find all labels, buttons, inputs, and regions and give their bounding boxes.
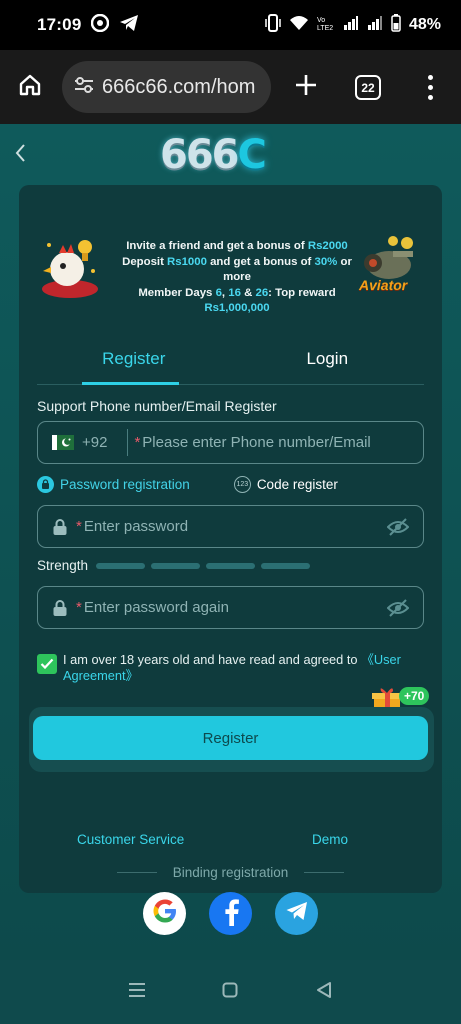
triangle-back-icon [316,981,332,1004]
password-strength: Strength [37,558,311,573]
promo-line-1: Invite a friend and get a bonus of Rs200… [126,240,348,252]
register-card: Invite a friend and get a bonus of Rs200… [19,185,442,935]
home-button[interactable] [0,57,60,117]
demo-link[interactable]: Demo [312,832,348,847]
plus-icon [295,74,317,101]
status-time: 17:09 [37,15,82,34]
site-settings-icon[interactable] [74,76,94,99]
facebook-icon [221,896,241,931]
tab-register[interactable]: Register [37,339,231,385]
phone-email-field[interactable]: +92 * Please enter Phone number/Email [37,421,424,464]
back-nav-button[interactable] [312,980,336,1004]
square-icon [222,982,238,1003]
telegram-icon [285,900,309,927]
site-logo: 666C [160,132,267,178]
signal-icon [343,15,359,36]
home-icon [18,73,42,102]
register-section-label: Support Phone number/Email Register [37,398,277,414]
confirm-password-input[interactable]: * Enter password again [76,599,229,616]
strength-bar [206,562,256,569]
age-agreement: I am over 18 years old and have read and… [37,652,424,684]
code-register-option[interactable]: 123 Code register [233,475,338,493]
logo-digits: 666 [160,132,239,178]
auth-tabs: Register Login [37,339,424,385]
system-navigation-bar [0,960,461,1024]
telegram-login-button[interactable] [275,892,318,935]
logo-letter: C [237,132,267,178]
page-content: 666C Invite a friend and get a bonus of [0,124,461,960]
aviator-game-icon: Aviator [353,231,427,305]
menu-dot [427,94,433,100]
wifi-icon [289,15,309,36]
pakistan-flag-icon [52,435,74,450]
eye-hidden-icon[interactable] [386,598,410,618]
menu-dot [427,74,433,80]
field-divider [127,429,129,456]
password-registration-label: Password registration [60,476,190,492]
facebook-login-button[interactable] [209,892,252,935]
google-icon [150,896,180,931]
register-button[interactable]: Register [33,716,428,760]
strength-label: Strength [37,558,89,573]
divider [304,872,345,873]
promo-banner[interactable]: Invite a friend and get a bonus of Rs200… [19,221,442,321]
customer-service-link[interactable]: Customer Service [77,832,184,847]
strength-bar [96,562,146,569]
home-nav-button[interactable] [218,980,242,1004]
signal-icon [367,15,383,36]
divider [116,872,157,873]
eye-hidden-icon[interactable] [386,517,410,537]
vibrate-icon [265,13,281,37]
menu-dot [427,84,433,90]
telegram-icon [119,14,139,37]
confirm-password-field[interactable]: * Enter password again [37,586,424,629]
volte-label: Vo LTE2 [316,17,334,32]
password-field[interactable]: * Enter password [37,505,424,548]
promo-text: Invite a friend and get a bonus of Rs200… [117,239,357,317]
lock-icon [37,475,54,493]
battery-percent: 48% [408,16,441,33]
strength-bar [151,562,201,569]
binding-registration: Binding registration [19,865,442,880]
new-tab-button[interactable] [286,64,326,110]
promo-line-3: Member Days 6, 16 & 26: Top reward Rs1,0… [138,286,336,315]
country-code[interactable]: +92 [82,434,107,451]
social-login [19,892,442,935]
url-text: 666c66.com/hom [102,75,256,98]
strength-meter [96,562,311,569]
code-123-icon: 123 [233,475,251,493]
tab-switcher-button[interactable]: 22 [355,75,381,100]
browser-menu-button[interactable] [418,66,442,108]
tab-login[interactable]: Login [231,339,425,384]
code-register-label: Code register [256,476,338,492]
password-registration-option[interactable]: Password registration [37,475,190,493]
strength-bar [261,562,311,569]
battery-icon [391,13,401,37]
gift-bonus-badge: +70 [399,687,430,705]
phone-email-input[interactable]: * Please enter Phone number/Email [134,434,370,451]
status-bar: 17:09 Vo LTE2 48% [0,0,461,50]
rooster-mascot-icon [37,231,103,301]
password-input[interactable]: * Enter password [76,518,188,535]
promo-line-2: Deposit Rs1000 and get a bonus of 30% or… [122,255,352,284]
binding-label: Binding registration [172,865,289,880]
back-arrow-icon[interactable] [10,140,32,166]
recents-button[interactable] [125,980,149,1004]
agreement-text: I am over 18 years old and have read and… [63,652,401,683]
browser-toolbar: 666c66.com/hom 22 [0,50,461,124]
agreement-checkbox[interactable] [37,654,57,674]
menu-lines-icon [128,982,146,1003]
lock-icon [52,518,68,536]
registration-mode-selector: Password registration 123 Code register [37,473,424,495]
google-login-button[interactable] [143,892,186,935]
address-bar[interactable]: 666c66.com/hom [62,61,271,113]
chrome-icon [91,13,110,37]
lock-icon [52,599,68,617]
aviator-label: Aviator [359,277,408,293]
